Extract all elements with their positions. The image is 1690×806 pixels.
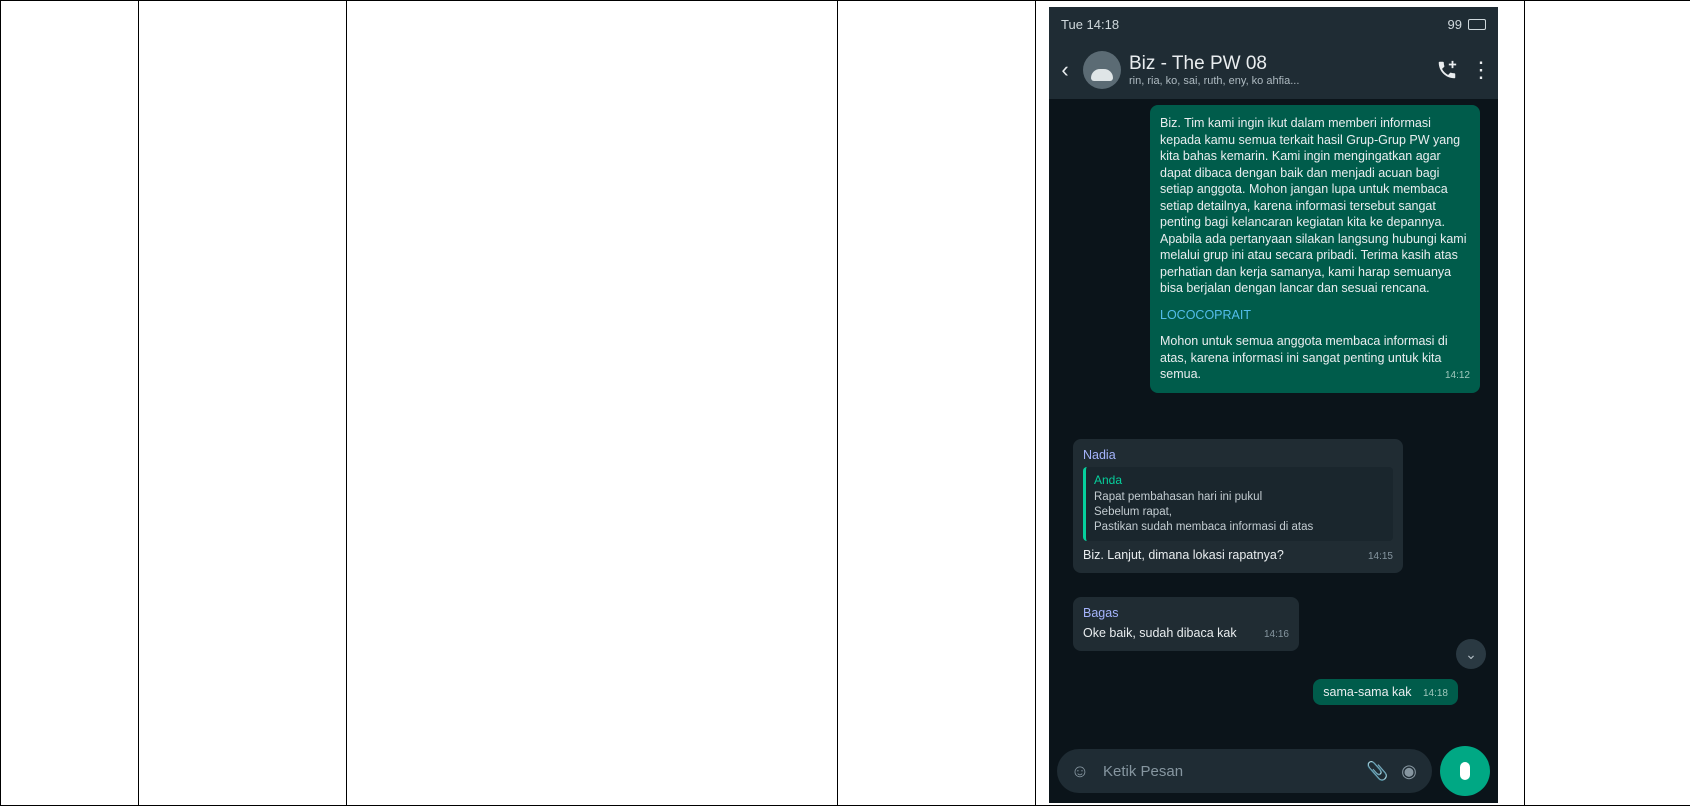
table-cell-4: [837, 0, 1036, 806]
battery-level: 99: [1447, 16, 1462, 32]
message-text: Biz. Tim kami ingin ikut dalam memberi i…: [1160, 116, 1467, 295]
message-link[interactable]: LOCOCOPRAIT: [1160, 308, 1251, 322]
message-composer: ☺ 📎 ◉: [1057, 749, 1432, 793]
status-time: Tue 14:18: [1061, 16, 1120, 32]
quote-line: Rapat pembahasan hari ini pukul: [1094, 491, 1263, 503]
chat-screenshot: Tue 14:18 99 ‹ Biz - The PW 08 rin, ria,…: [1049, 7, 1498, 803]
message-time: 14:15: [1367, 551, 1393, 562]
battery-icon: [1468, 18, 1486, 30]
paperclip-icon[interactable]: 📎: [1366, 761, 1388, 782]
voice-message-button[interactable]: [1440, 746, 1490, 796]
composer-bar: ☺ 📎 ◉: [1049, 739, 1498, 803]
chat-title-block[interactable]: Biz - The PW 08 rin, ria, ko, sai, ruth,…: [1129, 53, 1424, 87]
quote-line: Pastikan sudah membaca informasi di atas: [1094, 521, 1314, 533]
quote-line: Sebelum rapat,: [1094, 506, 1172, 518]
table-cell-3: [346, 0, 838, 806]
phone-plus-icon: [1438, 60, 1457, 79]
table-cell-6: [1524, 0, 1690, 806]
chat-header: ‹ Biz - The PW 08 rin, ria, ko, sai, rut…: [1049, 41, 1498, 99]
chat-members: rin, ria, ko, sai, ruth, eny, ko ahfia..…: [1129, 75, 1300, 87]
quote-author: Anda: [1094, 473, 1123, 487]
incoming-reply-message[interactable]: Nadia Anda Rapat pembahasan hari ini puk…: [1073, 439, 1403, 573]
incoming-short-message[interactable]: Bagas Oke baik, sudah dibaca kak 14:16: [1073, 597, 1299, 651]
message-time: 14:12: [1444, 370, 1470, 381]
status-bar: Tue 14:18 99: [1049, 7, 1498, 41]
outgoing-short-message[interactable]: sama-sama kak 14:18: [1313, 679, 1458, 705]
microphone-icon: [1460, 762, 1470, 780]
more-options-icon[interactable]: ⋮: [1470, 57, 1492, 83]
group-avatar[interactable]: [1083, 51, 1121, 89]
sender-name: Nadia: [1083, 448, 1116, 462]
table-cell-1: [0, 0, 139, 806]
quoted-message[interactable]: Anda Rapat pembahasan hari ini pukul Seb…: [1083, 467, 1393, 541]
table-cell-2: [138, 0, 347, 806]
message-time: 14:16: [1263, 629, 1289, 640]
message-text: sama-sama kak: [1323, 685, 1412, 699]
add-call-icon[interactable]: [1432, 55, 1462, 85]
scroll-down-icon[interactable]: ⌄: [1456, 639, 1486, 669]
sender-name: Bagas: [1083, 606, 1119, 620]
emoji-icon[interactable]: ☺: [1069, 761, 1091, 782]
outgoing-message[interactable]: Biz. Tim kami ingin ikut dalam memberi i…: [1150, 105, 1480, 393]
message-text-2: Mohon untuk semua anggota membaca inform…: [1160, 334, 1448, 381]
message-list[interactable]: Biz. Tim kami ingin ikut dalam memberi i…: [1049, 99, 1498, 739]
message-input[interactable]: [1101, 761, 1356, 781]
message-time: 14:18: [1422, 688, 1448, 699]
message-text: Oke baik, sudah dibaca kak: [1083, 626, 1237, 640]
message-text: Biz. Lanjut, dimana lokasi rapatnya?: [1083, 548, 1284, 562]
camera-icon[interactable]: ◉: [1398, 761, 1420, 782]
chat-title: Biz - The PW 08: [1129, 53, 1267, 74]
back-arrow-icon[interactable]: ‹: [1055, 57, 1075, 83]
